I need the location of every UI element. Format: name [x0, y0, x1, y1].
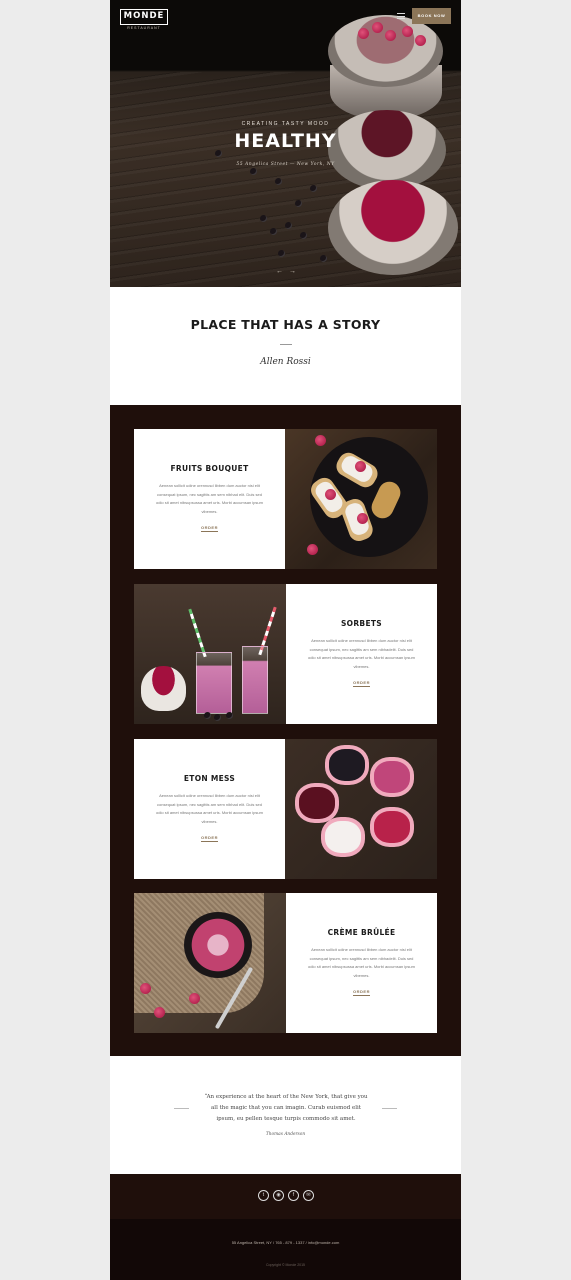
menu-section: FRUITS BOUQUET Aenean sollicit udine ore… — [110, 405, 461, 1056]
hero-title: HEALTHY — [234, 130, 337, 152]
order-link[interactable]: ORDER — [286, 989, 437, 996]
fruits-bouquet-image — [285, 429, 437, 569]
menu-card: CRÈME BRÛLÉE Aenean sollicit udine orenn… — [134, 893, 437, 1033]
sorbets-image — [134, 584, 286, 724]
slider-next-icon[interactable]: → — [289, 268, 296, 275]
twitter-icon[interactable]: t — [258, 1190, 269, 1201]
instagram-icon[interactable]: ◉ — [273, 1190, 284, 1201]
story-section: PLACE THAT HAS A STORY Allen Rossi — [110, 287, 461, 405]
menu-card-title: ETON MESS — [183, 774, 236, 783]
menu-card-title: CRÈME BRÛLÉE — [327, 928, 396, 937]
menu-card-text: CRÈME BRÛLÉE Aenean sollicit udine orenn… — [286, 893, 437, 1033]
menu-card-title: FRUITS BOUQUET — [170, 464, 249, 473]
order-link[interactable]: ORDER — [134, 835, 285, 842]
order-link[interactable]: ORDER — [134, 525, 285, 532]
menu-card-description: Aenean sollicit udine orennusd libben du… — [156, 793, 263, 824]
testimonial-section: “An experience at the heart of the New Y… — [110, 1056, 461, 1174]
menu-card: ETON MESS Aenean sollicit udine orennusd… — [134, 739, 437, 879]
hero-bowl-raspberries — [328, 15, 443, 87]
footer: 55 Angelica Street, NY / 765 - 879 - 133… — [110, 1219, 461, 1280]
slider-prev-icon[interactable]: ← — [276, 268, 283, 275]
menu-card-text: FRUITS BOUQUET Aenean sollicit udine ore… — [134, 429, 285, 569]
hero-section: MONDE RESTAURANT BOOK NOW CREATING TASTY… — [110, 0, 461, 287]
menu-card-description: Aenean sollicit udine orennusd libben du… — [156, 483, 263, 514]
hamburger-menu-icon[interactable] — [397, 13, 405, 19]
menu-card-description: Aenean sollicit udine orennusd libben du… — [308, 947, 415, 978]
logo-subtitle: RESTAURANT — [127, 26, 161, 30]
facebook-icon[interactable]: f — [288, 1190, 299, 1201]
order-link[interactable]: ORDER — [286, 680, 437, 687]
menu-card-title: SORBETS — [340, 619, 382, 628]
hero-kicker: CREATING TASTY MOOD — [241, 121, 330, 127]
footer-copyright: Copyright © Monde 2015 — [266, 1263, 305, 1267]
social-bar: t ◉ f ✉ — [110, 1174, 461, 1219]
story-title: PLACE THAT HAS A STORY — [190, 317, 381, 332]
page: MONDE RESTAURANT BOOK NOW CREATING TASTY… — [110, 0, 461, 1280]
book-now-button[interactable]: BOOK NOW — [412, 8, 451, 24]
site-logo[interactable]: MONDE — [120, 9, 168, 25]
creme-brulee-image — [134, 893, 286, 1033]
testimonial-author: Thomas Anderson — [265, 1132, 306, 1137]
eton-mess-image — [285, 739, 437, 879]
divider — [382, 1108, 397, 1109]
footer-contact: 55 Angelica Street, NY / 765 - 879 - 133… — [231, 1240, 340, 1245]
menu-card: SORBETS Aenean sollicit udine orennusd l… — [134, 584, 437, 724]
menu-card-text: SORBETS Aenean sollicit udine orennusd l… — [286, 584, 437, 724]
menu-card: FRUITS BOUQUET Aenean sollicit udine ore… — [134, 429, 437, 569]
menu-card-text: ETON MESS Aenean sollicit udine orennusd… — [134, 739, 285, 879]
divider — [280, 344, 292, 345]
hero-address: 55 Angelica Street — New York, NY — [236, 162, 335, 167]
testimonial-quote: “An experience at the heart of the New Y… — [204, 1094, 368, 1122]
email-icon[interactable]: ✉ — [303, 1190, 314, 1201]
menu-card-description: Aenean sollicit udine orennusd libben du… — [308, 638, 415, 669]
divider — [174, 1108, 189, 1109]
signature: Allen Rossi — [260, 357, 311, 367]
hero-bowl-cream — [328, 180, 458, 275]
